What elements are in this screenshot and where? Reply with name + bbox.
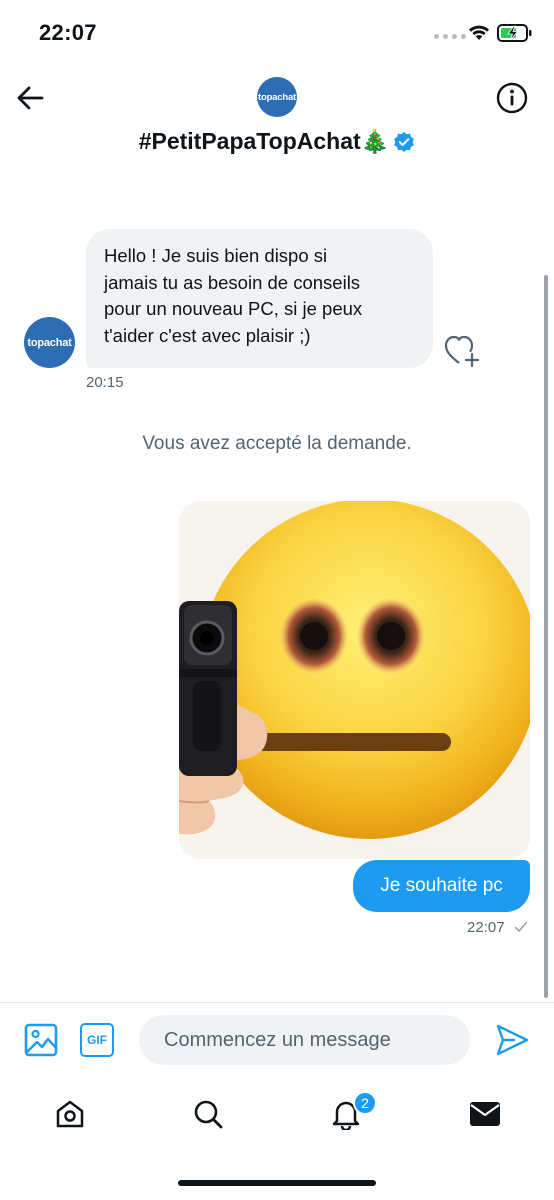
outgoing-message-time: 22:07 [467, 919, 505, 936]
nav-messages[interactable] [467, 1096, 503, 1132]
status-time: 22:07 [39, 20, 97, 45]
battery-charging-icon [497, 24, 532, 42]
conversation-header[interactable]: #PetitPapaTopAchat🎄 [0, 128, 554, 155]
arrow-left-icon [17, 86, 44, 110]
nav-search[interactable] [190, 1096, 226, 1132]
conversation-title: #PetitPapaTopAchat🎄 [138, 128, 390, 154]
gif-button[interactable]: GIF [80, 1023, 114, 1057]
back-button[interactable] [14, 82, 46, 114]
wifi-icon [469, 25, 489, 40]
status-bar: 22:07 [0, 0, 554, 66]
verified-badge-icon [394, 131, 415, 152]
sent-check-icon [514, 921, 528, 932]
home-icon [56, 1100, 84, 1128]
heart-plus-icon[interactable] [444, 334, 482, 368]
send-icon[interactable] [494, 1022, 530, 1058]
message-input[interactable] [139, 1015, 470, 1065]
incoming-message-time: 20:15 [86, 374, 124, 391]
messages-icon [470, 1102, 500, 1126]
info-icon[interactable] [496, 82, 528, 114]
outgoing-message-bubble[interactable]: Je souhaite pc [353, 860, 530, 912]
search-icon [194, 1100, 223, 1129]
incoming-message-bubble[interactable]: Hello ! Je suis bien dispo si jamais tu … [86, 229, 433, 368]
request-accepted-note: Vous avez accepté la demande. [142, 433, 412, 454]
composer-divider [0, 1002, 554, 1003]
header-avatar[interactable]: topachat [257, 77, 297, 117]
signal-icon [434, 34, 466, 39]
scrollbar[interactable] [544, 275, 548, 998]
home-indicator [178, 1180, 376, 1186]
sender-avatar[interactable]: topachat [24, 317, 75, 368]
nav-home[interactable] [52, 1096, 88, 1132]
image-icon[interactable] [24, 1023, 58, 1057]
emoji-with-pistol-image[interactable] [179, 501, 530, 859]
notification-badge: 2 [353, 1091, 377, 1115]
